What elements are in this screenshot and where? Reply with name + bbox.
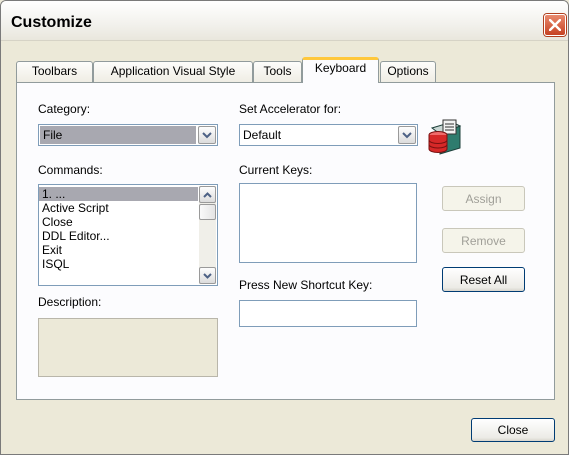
chevron-down-icon <box>402 131 412 138</box>
remove-button[interactable]: Remove <box>442 228 525 253</box>
scroll-down-button[interactable] <box>199 267 216 284</box>
list-item[interactable]: 1. ... <box>39 187 198 201</box>
current-keys-list[interactable] <box>239 183 417 263</box>
list-item[interactable]: Exit <box>39 243 198 257</box>
category-value: File <box>40 126 196 144</box>
shortcut-label: Press New Shortcut Key: <box>239 278 373 292</box>
tab-options[interactable]: Options <box>380 61 436 82</box>
scroll-up-button[interactable] <box>199 186 216 203</box>
chevron-up-icon <box>203 191 212 198</box>
close-window-button[interactable] <box>544 14 566 36</box>
list-item[interactable]: DDL Editor... <box>39 229 198 243</box>
tab-toolbars[interactable]: Toolbars <box>16 61 93 82</box>
current-keys-label: Current Keys: <box>239 163 313 177</box>
assign-button[interactable]: Assign <box>442 186 525 211</box>
description-box <box>38 318 218 377</box>
category-select[interactable]: File <box>38 124 218 146</box>
reset-all-button[interactable]: Reset All <box>442 267 525 292</box>
accelerator-label: Set Accelerator for: <box>239 102 342 116</box>
commands-list[interactable]: 1. ... Active Script Close DDL Editor...… <box>38 184 218 286</box>
list-item[interactable]: ISQL <box>39 257 198 271</box>
chevron-down-icon <box>203 272 212 279</box>
close-button[interactable]: Close <box>471 418 555 442</box>
description-label: Description: <box>38 295 102 309</box>
database-icon <box>428 119 462 155</box>
close-icon <box>549 19 561 31</box>
shortcut-input[interactable] <box>239 300 417 327</box>
tab-keyboard[interactable]: Keyboard <box>302 57 379 83</box>
window-title: Customize <box>11 14 92 31</box>
commands-scrollbar[interactable] <box>199 186 216 284</box>
category-label: Category: <box>38 102 91 116</box>
accelerator-dropdown-button[interactable] <box>398 126 416 144</box>
category-dropdown-button[interactable] <box>198 126 216 144</box>
tab-tools[interactable]: Tools <box>253 61 302 82</box>
tab-application-visual-style[interactable]: Application Visual Style <box>93 61 253 82</box>
commands-label: Commands: <box>38 163 103 177</box>
chevron-down-icon <box>202 131 212 138</box>
list-item[interactable]: Active Script <box>39 201 198 215</box>
accelerator-select[interactable]: Default <box>239 124 418 146</box>
title-bar: Customize <box>1 1 568 41</box>
list-item[interactable]: Close <box>39 215 198 229</box>
customize-dialog: Customize Toolbars Application Visual St… <box>0 0 569 455</box>
scroll-thumb[interactable] <box>199 204 216 220</box>
accelerator-value: Default <box>243 128 282 142</box>
